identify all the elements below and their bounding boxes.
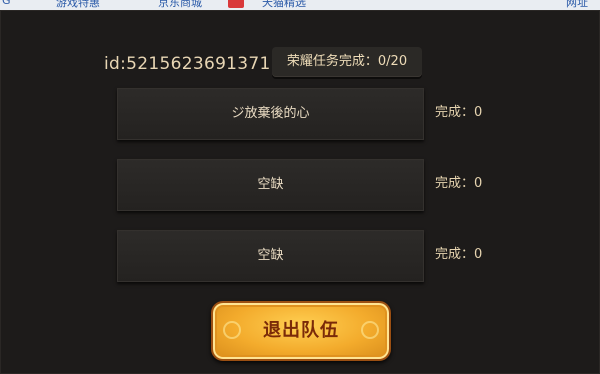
- team-slot-2[interactable]: 空缺: [117, 159, 424, 211]
- team-slot-3[interactable]: 空缺: [117, 230, 424, 282]
- bookmark-item[interactable]: 京东商城: [158, 0, 202, 10]
- team-slot-3-status: 完成：0: [435, 247, 483, 262]
- leave-team-label: 退出队伍: [263, 320, 339, 341]
- player-id: id:5215623691371: [104, 54, 271, 74]
- team-panel: id:5215623691371 荣耀任务完成：0/20 ジ放棄後的心 完成：0…: [0, 10, 600, 374]
- bookmark-item[interactable]: 天猫精选: [262, 0, 306, 10]
- team-slot-1-status: 完成：0: [435, 105, 483, 120]
- bookmark-item[interactable]: G: [2, 0, 11, 7]
- team-slot-1[interactable]: ジ放棄後的心: [117, 88, 424, 140]
- honor-task-progress: 荣耀任务完成：0/20: [272, 47, 422, 77]
- team-slot-2-status: 完成：0: [435, 176, 483, 191]
- bookmark-item[interactable]: 游戏特惠: [56, 0, 100, 10]
- bookmark-item[interactable]: 网址: [566, 0, 588, 10]
- bookmark-badge-icon: [228, 0, 244, 8]
- leave-team-button[interactable]: 退出队伍: [211, 301, 391, 361]
